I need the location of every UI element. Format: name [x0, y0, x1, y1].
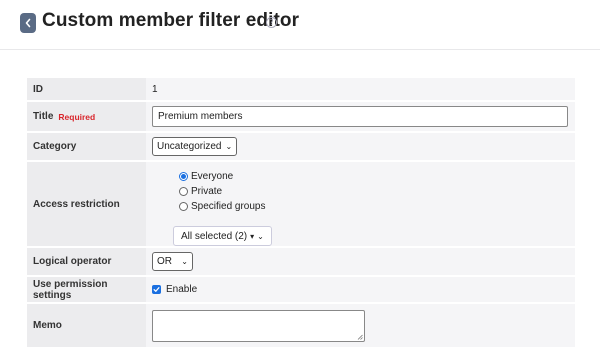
chevron-down-icon: ⌄	[225, 142, 233, 151]
radio-everyone[interactable]: Everyone	[179, 170, 266, 183]
radio-label: Everyone	[191, 171, 234, 182]
id-label: ID	[27, 78, 146, 100]
permission-row: Use permission settings Enable	[27, 277, 575, 304]
question-circle-icon[interactable]: ?	[266, 17, 277, 28]
category-row: Category Uncategorized ⌄	[27, 133, 575, 162]
access-value-cell: Everyone Private Specified groups All se…	[146, 162, 575, 246]
radio-button[interactable]	[179, 187, 188, 196]
back-button[interactable]	[20, 13, 36, 33]
memo-textarea[interactable]	[152, 309, 365, 342]
category-value-cell: Uncategorized ⌄	[146, 133, 575, 160]
logic-selected: OR	[157, 256, 172, 267]
category-selected: Uncategorized	[157, 141, 222, 152]
chevron-down-icon: ⌄	[181, 257, 188, 266]
radio-label: Specified groups	[191, 201, 266, 212]
logic-value-cell: OR ⌄	[146, 248, 575, 275]
title-label: Title	[33, 111, 54, 122]
chevron-down-icon: ⌄	[257, 231, 264, 241]
logic-label: Logical operator	[27, 248, 146, 275]
resize-grip-icon[interactable]	[357, 334, 363, 340]
id-row: ID 1	[27, 78, 575, 102]
radio-button-checked[interactable]	[179, 172, 188, 181]
title-value-cell: Premium members	[146, 102, 575, 131]
title-label-cell: Title Required	[27, 102, 146, 131]
memo-value-cell	[146, 304, 575, 347]
radio-private[interactable]: Private	[179, 185, 266, 198]
access-row: Access restriction Everyone Private Spec…	[27, 162, 575, 248]
caret-down-icon: ▾	[250, 231, 255, 241]
group-select-dropdown[interactable]: All selected (2) ▾ ⌄	[173, 226, 272, 246]
category-select[interactable]: Uncategorized ⌄	[152, 137, 238, 156]
radio-specified-groups[interactable]: Specified groups	[179, 200, 266, 213]
memo-row: Memo	[27, 304, 575, 349]
radio-label: Private	[191, 186, 223, 197]
check-icon	[153, 287, 160, 292]
logic-select[interactable]: OR ⌄	[152, 252, 193, 271]
filter-form: ID 1 Title Required Premium members Cate…	[27, 78, 575, 349]
radio-button[interactable]	[179, 202, 188, 211]
title-input[interactable]: Premium members	[152, 106, 568, 127]
id-value: 1	[146, 78, 575, 100]
page-title: Custom member filter editor	[42, 10, 300, 31]
logic-row: Logical operator OR ⌄	[27, 248, 575, 277]
category-label: Category	[27, 133, 146, 160]
required-badge: Required	[58, 111, 96, 122]
memo-label: Memo	[27, 304, 146, 347]
enable-checkbox-wrapper[interactable]: Enable	[152, 284, 197, 295]
enable-checkbox[interactable]	[152, 285, 161, 294]
access-label: Access restriction	[27, 162, 146, 246]
permission-value-cell: Enable	[146, 277, 575, 302]
group-select-label: All selected (2)	[181, 230, 248, 242]
access-radio-group: Everyone Private Specified groups	[152, 170, 266, 213]
title-row: Title Required Premium members	[27, 102, 575, 133]
page-header: Custom member filter editor ?	[0, 0, 600, 50]
chevron-left-icon	[25, 18, 31, 28]
permission-label: Use permission settings	[27, 277, 146, 302]
enable-label: Enable	[166, 284, 198, 295]
